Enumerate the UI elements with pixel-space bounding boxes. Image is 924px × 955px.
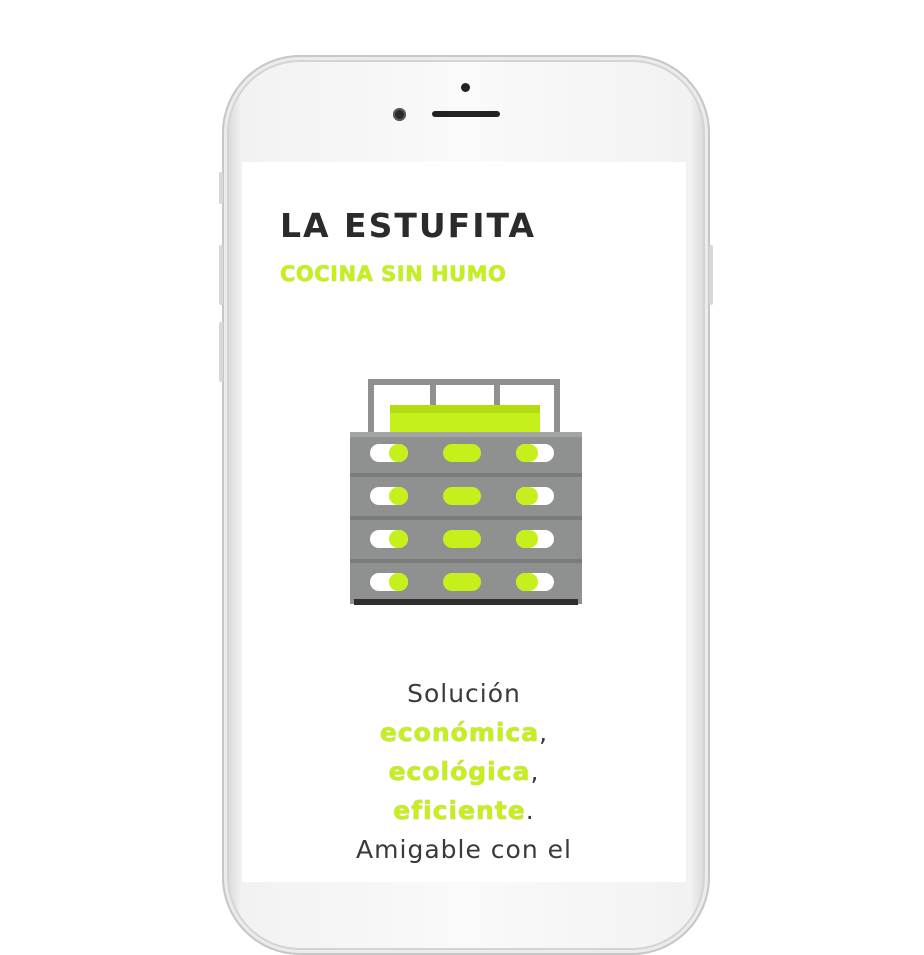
power-button — [709, 245, 713, 305]
page-title: LA ESTUFITA — [280, 206, 536, 245]
highlight-ecologica: ecológica — [388, 757, 531, 786]
intro-text: Solución — [407, 679, 521, 708]
highlight-economica: económica — [379, 718, 540, 747]
proximity-sensor — [461, 83, 470, 92]
stove-icon — [350, 379, 582, 605]
page-subtitle: COCINA SIN HUMO — [280, 262, 507, 286]
comma-1: , — [539, 718, 549, 747]
volume-down-button — [219, 322, 223, 382]
front-camera — [393, 108, 406, 121]
period: . — [525, 796, 535, 825]
silent-switch — [219, 172, 223, 204]
description-text: Solución económica, ecológica, eficiente… — [302, 674, 626, 869]
continuation-text: Amigable con el — [356, 835, 572, 864]
phone-screen: LA ESTUFITA COCINA SIN HUMO Solución eco… — [242, 162, 686, 882]
comma-2: , — [530, 757, 540, 786]
highlight-eficiente: eficiente — [393, 796, 526, 825]
volume-up-button — [219, 245, 223, 305]
earpiece-speaker — [432, 111, 500, 117]
